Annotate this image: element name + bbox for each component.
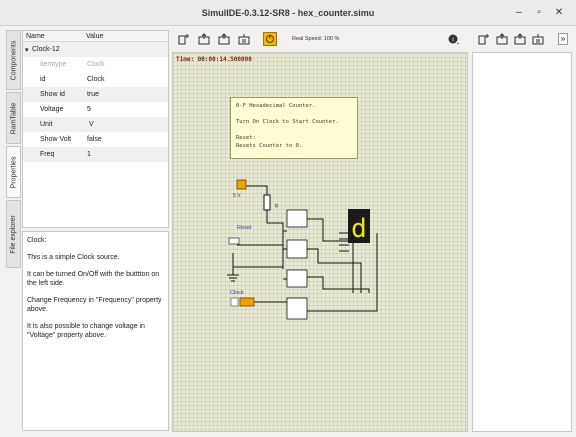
close-button[interactable]: ✕	[552, 7, 566, 18]
component-name: Clock-12	[32, 46, 60, 53]
clock-label: Clock	[230, 290, 244, 296]
clock-toggle-button[interactable]	[230, 297, 239, 307]
main-toolbar: Real Speed: 100 % i	[172, 30, 468, 50]
property-row[interactable]: itemtype Clock	[23, 57, 168, 72]
supply-source[interactable]	[236, 179, 247, 190]
info-icon[interactable]: i	[448, 33, 460, 45]
tab-components[interactable]: Components	[6, 30, 21, 90]
help-text: It is also possible to change voltage in…	[27, 323, 145, 339]
side-tab-bar: Components RamTable Properties File expl…	[6, 30, 21, 268]
help-text: This is a simple Clock source.	[27, 254, 120, 261]
save-as-icon[interactable]	[238, 33, 250, 45]
property-row[interactable]: Unit V	[23, 117, 168, 132]
resistor-label: 1k	[274, 203, 279, 209]
circuit-schematic: 5 V 1k Reset Clock d	[227, 179, 378, 320]
tab-ramtable[interactable]: RamTable	[6, 92, 21, 144]
open-file-icon[interactable]	[496, 33, 508, 45]
help-panel: Clock: This is a simple Clock source. It…	[22, 231, 169, 431]
properties-header: Name Value	[23, 31, 168, 42]
property-row[interactable]: id Clock	[23, 72, 168, 87]
minimize-button[interactable]: –	[512, 7, 526, 18]
properties-panel: Name Value ▾ Clock-12 itemtype Clock id …	[22, 30, 169, 228]
maximize-button[interactable]: ▫	[532, 7, 546, 18]
svg-text:i: i	[452, 38, 453, 44]
header-value: Value	[86, 33, 104, 40]
reset-label: Reset	[237, 225, 252, 231]
save-file-as-icon[interactable]	[532, 33, 544, 45]
property-row[interactable]: Show Volt false	[23, 132, 168, 147]
new-file-icon[interactable]	[478, 33, 490, 45]
title-bar: SimulIDE-0.3.12-SR8 - hex_counter.simu –…	[0, 0, 576, 26]
open-circuit-icon[interactable]	[198, 33, 210, 45]
clock-source[interactable]	[239, 297, 255, 307]
property-row[interactable]: Freq 1	[23, 147, 168, 162]
header-name: Name	[26, 33, 45, 40]
help-title: Clock:	[27, 237, 47, 244]
tab-file-explorer[interactable]: File explorer	[6, 200, 21, 268]
right-toolbar: »	[472, 30, 572, 50]
display-digit: d	[351, 214, 367, 244]
property-row[interactable]: Voltage 5	[23, 102, 168, 117]
chevron-down-icon[interactable]: ▾	[25, 46, 29, 54]
property-row[interactable]: Show id true	[23, 87, 168, 102]
help-text: It can be turned On/Off with the butttto…	[27, 271, 160, 287]
window-title: SimulIDE-0.3.12-SR8 - hex_counter.simu	[201, 8, 375, 18]
save-circuit-icon[interactable]	[218, 33, 230, 45]
speed-label: Real Speed: 100 %	[292, 36, 340, 42]
new-circuit-icon[interactable]	[178, 33, 190, 45]
more-tools-button[interactable]: »	[558, 33, 568, 45]
power-icon[interactable]	[263, 32, 277, 46]
reset-button[interactable]	[228, 237, 240, 245]
circuit-canvas[interactable]: Time: 00:00:14.500000 0-F Hexadecimal Co…	[172, 52, 468, 432]
supply-label: 5 V	[233, 193, 241, 199]
help-text: Change Frequency in "Frequency" property…	[27, 297, 162, 313]
editor-panel[interactable]	[472, 52, 572, 432]
save-file-icon[interactable]	[514, 33, 526, 45]
component-row[interactable]: ▾ Clock-12	[23, 42, 168, 57]
tab-properties[interactable]: Properties	[6, 146, 21, 198]
